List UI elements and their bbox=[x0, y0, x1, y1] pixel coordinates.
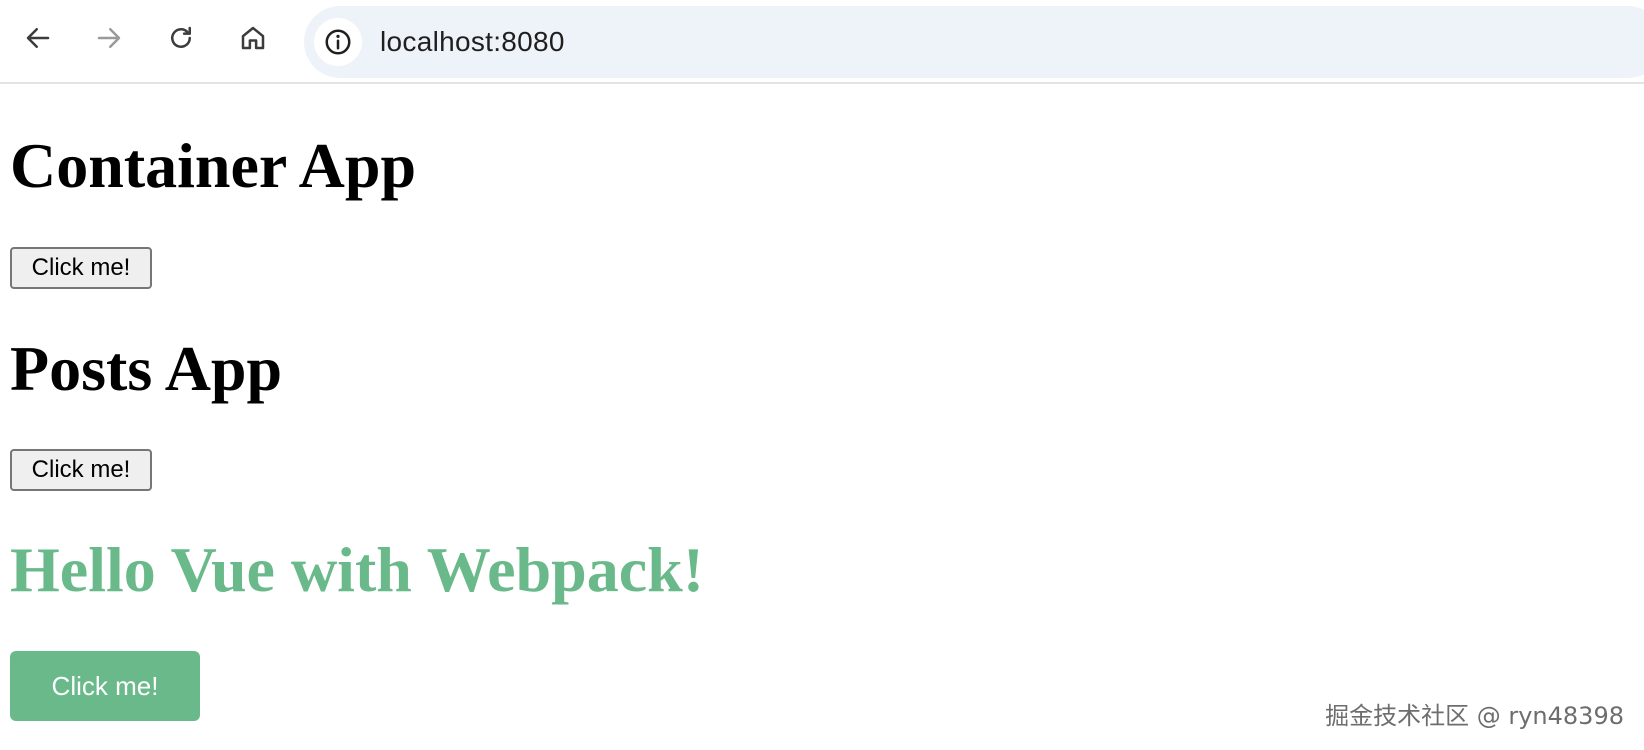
url-text[interactable]: localhost:8080 bbox=[380, 6, 565, 78]
address-bar[interactable]: localhost:8080 bbox=[304, 6, 1644, 78]
posts-app-title: Posts App bbox=[10, 333, 283, 404]
forward-button[interactable] bbox=[85, 14, 133, 62]
home-button[interactable] bbox=[229, 14, 277, 62]
watermark: 掘金技术社区 @ ryn48398 bbox=[1325, 702, 1624, 730]
vue-app-title: Hello Vue with Webpack! bbox=[10, 534, 705, 605]
container-app-title: Container App bbox=[10, 130, 417, 201]
back-button[interactable] bbox=[14, 14, 62, 62]
vue-click-button[interactable]: Click me! bbox=[10, 651, 200, 721]
site-info-button[interactable] bbox=[314, 18, 362, 66]
home-icon bbox=[241, 26, 265, 50]
info-icon bbox=[325, 29, 351, 55]
posts-click-button[interactable]: Click me! bbox=[10, 449, 152, 491]
reload-button[interactable] bbox=[157, 14, 205, 62]
container-click-button[interactable]: Click me! bbox=[10, 247, 152, 289]
reload-icon bbox=[171, 26, 191, 48]
page-content: Container App Click me! Posts App Click … bbox=[10, 84, 1644, 750]
arrow-right-icon bbox=[97, 28, 121, 48]
browser-toolbar: localhost:8080 bbox=[0, 0, 1644, 84]
arrow-left-icon bbox=[26, 28, 50, 48]
